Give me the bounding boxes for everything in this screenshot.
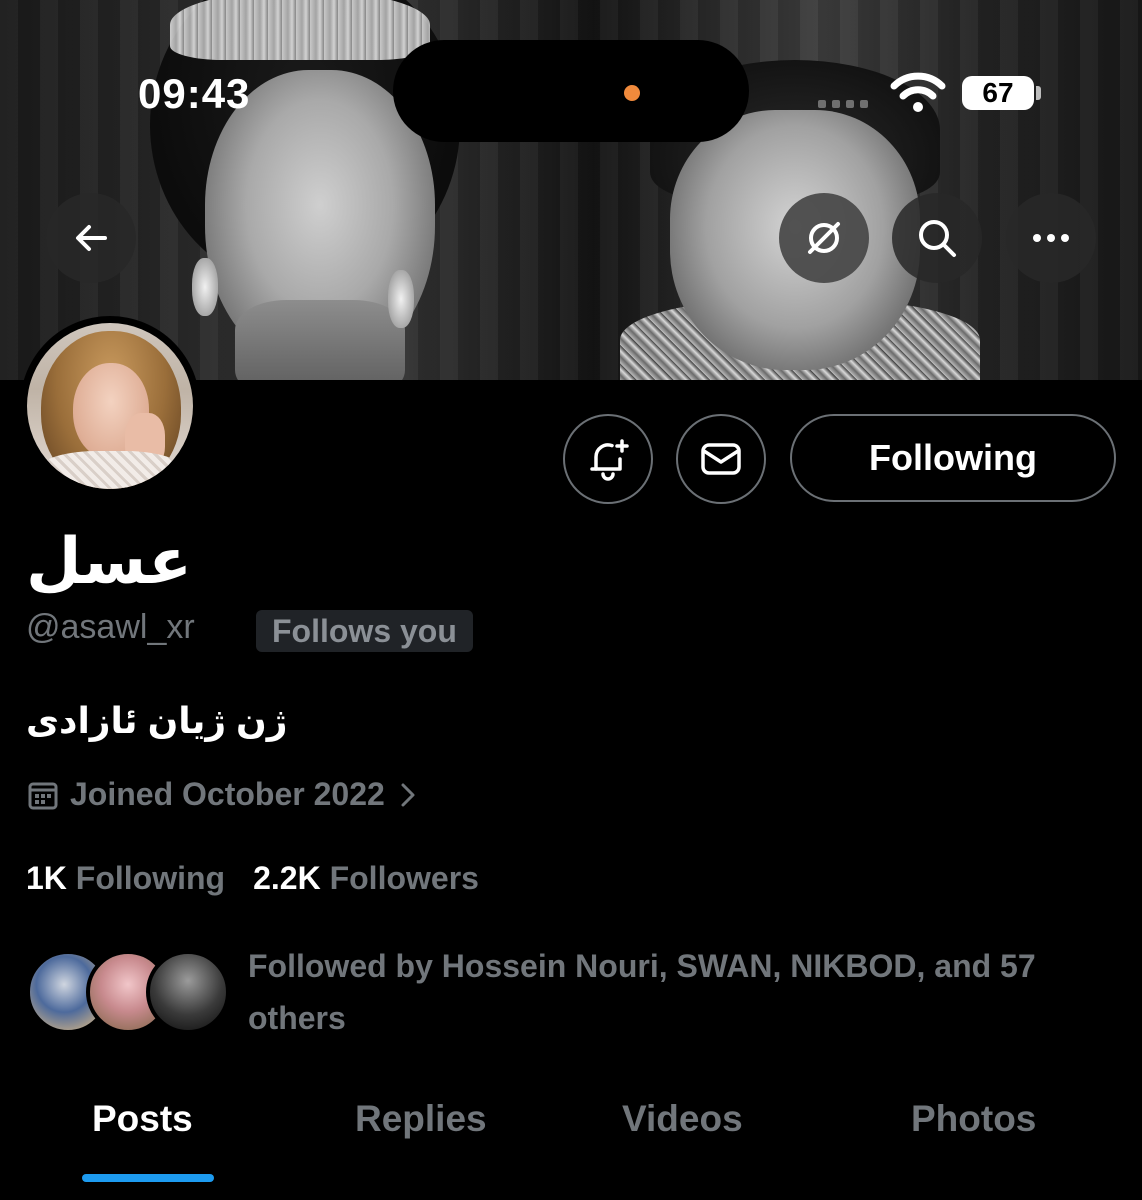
tab-replies[interactable]: Replies: [355, 1098, 487, 1140]
following-stat[interactable]: 1K Following: [26, 860, 225, 897]
followers-stat[interactable]: 2.2K Followers: [253, 860, 479, 897]
recording-indicator-dot: [624, 85, 640, 101]
following-label: Following: [75, 860, 226, 896]
tab-posts[interactable]: Posts: [92, 1098, 193, 1140]
user-handle: @asawl_xr: [26, 608, 195, 646]
joined-date: Joined October 2022: [70, 776, 385, 812]
profile-avatar[interactable]: [20, 316, 200, 496]
arrow-left-icon: [76, 225, 107, 251]
mutual-followers-avatars[interactable]: [26, 950, 230, 1036]
joined-date-row[interactable]: Joined October 2022: [26, 776, 419, 813]
follow-stats: 1K Following 2.2K Followers: [26, 860, 479, 897]
back-button[interactable]: [46, 193, 136, 283]
status-time: 09:43: [138, 70, 251, 117]
following-count: 1K: [26, 860, 67, 896]
message-button[interactable]: [676, 414, 766, 504]
banner-tiara: [170, 0, 430, 60]
grok-button[interactable]: [779, 193, 869, 283]
battery-nub: [1036, 86, 1041, 100]
dynamic-island: [393, 40, 749, 142]
following-button[interactable]: Following: [790, 414, 1116, 502]
search-icon: [919, 220, 956, 257]
avatar-image: [27, 323, 193, 489]
banner-figure-left-neck: [235, 300, 405, 380]
wifi-icon: [890, 72, 946, 112]
profile-bio: ژن ژیان ئازادی: [26, 700, 288, 741]
display-name: عسل: [26, 525, 192, 597]
bell-plus-icon: [590, 439, 629, 481]
followers-count: 2.2K: [253, 860, 321, 896]
more-horizontal-icon: [1033, 234, 1069, 242]
chevron-right-icon: [401, 783, 415, 806]
mutual-follower-avatar: [146, 950, 230, 1034]
followers-label: Followers: [329, 860, 479, 896]
profile-tabs: Posts Replies Videos Photos: [0, 1080, 1142, 1200]
followed-by-text[interactable]: Followed by Hossein Nouri, SWAN, NIKBOD,…: [248, 940, 1118, 1044]
cellular-signal-icon: [818, 100, 868, 108]
search-button[interactable]: [892, 193, 982, 283]
tab-photos[interactable]: Photos: [911, 1098, 1036, 1140]
follows-you-badge: Follows you: [256, 610, 473, 652]
active-tab-indicator: [82, 1174, 214, 1182]
battery-indicator: 67: [962, 76, 1034, 110]
more-button[interactable]: [1006, 193, 1096, 283]
notifications-button[interactable]: [563, 414, 653, 504]
calendar-icon: [28, 782, 58, 809]
banner-earring-left: [192, 258, 218, 316]
slashed-circle-icon: [808, 222, 840, 254]
tab-videos[interactable]: Videos: [622, 1098, 743, 1140]
mail-icon: [701, 443, 741, 475]
banner-earring-right: [388, 270, 414, 328]
